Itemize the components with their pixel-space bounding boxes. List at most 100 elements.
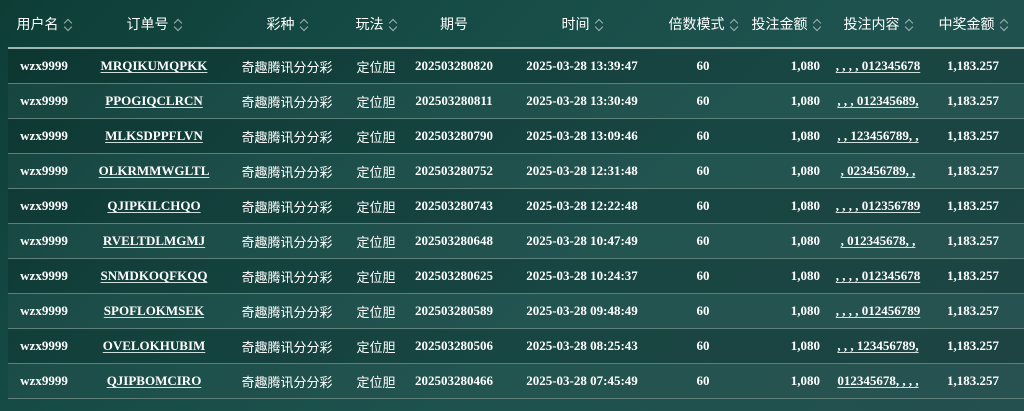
bet-content-link[interactable]: , , , 123456789, xyxy=(837,338,918,353)
order-number-link[interactable]: OVELOKHUBIM xyxy=(103,338,206,353)
cell-period: 202503280648 xyxy=(406,223,502,259)
column-header-label: 彩种 xyxy=(266,16,295,33)
cell-period: 202503280625 xyxy=(406,258,502,294)
order-number-link[interactable]: OLKRMMWGLTL xyxy=(99,163,210,178)
column-header-label: 用户名 xyxy=(16,16,59,33)
bet-content-link[interactable]: , , 123456789, , xyxy=(837,128,918,143)
order-number-cell: OVELOKHUBIM xyxy=(80,328,228,364)
order-number-cell: QJIPKILCHQO xyxy=(80,188,228,224)
header-bet-amount[interactable]: 投注金额 xyxy=(744,0,828,49)
bet-records-panel: 用户名 订单号 彩种 玩法 期号 时间 倍数模式 投注金额 投注内容 中奖金额 状态 wzx9999… xyxy=(0,0,1024,411)
order-number-link[interactable]: QJIPBOMCIRO xyxy=(107,373,202,388)
cell-status: 已中奖 xyxy=(1018,83,1024,119)
sort-icon[interactable] xyxy=(64,18,72,32)
cell-play-method: 定位胆 xyxy=(346,153,406,189)
order-number-link[interactable]: MRQIKUMQPKK xyxy=(101,58,208,73)
cell-lottery-type: 奇趣腾讯分分彩 xyxy=(228,363,346,399)
header-multiplier-mode[interactable]: 倍数模式 xyxy=(662,0,744,49)
order-number-link[interactable]: SPOFLOKMSEK xyxy=(104,303,204,318)
sort-icon[interactable] xyxy=(174,18,182,32)
order-number-link[interactable]: PPOGIQCLRCN xyxy=(105,93,203,108)
cell-play-method: 定位胆 xyxy=(346,188,406,224)
bet-content-link[interactable]: , , , 012345689, xyxy=(837,93,918,108)
cell-status: 已中奖 xyxy=(1018,363,1024,399)
cell-username: wzx9999 xyxy=(8,188,80,224)
order-number-cell: QJIPBOMCIRO xyxy=(80,363,228,399)
bet-content-link[interactable]: , , , , 012345678 xyxy=(836,268,921,283)
table-row: wzx9999 QJIPBOMCIRO 奇趣腾讯分分彩 定位胆 202503280466… xyxy=(8,363,1024,399)
cell-bet-amount: 1,080 xyxy=(744,223,828,259)
bet-content-link[interactable]: , 023456789, , xyxy=(841,163,916,178)
cell-multiplier: 60 xyxy=(662,153,744,189)
order-number-link[interactable]: RVELTDLMGMJ xyxy=(103,233,205,248)
cell-bet-amount: 1,080 xyxy=(744,48,828,84)
header-bet-content[interactable]: 投注内容 xyxy=(828,0,928,49)
bet-content-link[interactable]: , , , , 012345678 xyxy=(836,58,921,73)
cell-multiplier: 60 xyxy=(662,188,744,224)
sort-icon[interactable] xyxy=(813,18,821,32)
cell-bet-amount: 1,080 xyxy=(744,188,828,224)
cell-win-amount: 1,183.257 xyxy=(928,83,1018,119)
order-number-link[interactable]: MLKSDPPFLVN xyxy=(105,128,203,143)
cell-multiplier: 60 xyxy=(662,223,744,259)
cell-multiplier: 60 xyxy=(662,83,744,119)
order-number-cell: MRQIKUMQPKK xyxy=(80,48,228,84)
table-row: wzx9999 QJIPKILCHQO 奇趣腾讯分分彩 定位胆 202503280743… xyxy=(8,188,1024,224)
header-order-number[interactable]: 订单号 xyxy=(80,0,228,49)
cell-time: 2025-03-28 10:24:37 xyxy=(502,258,662,294)
cell-win-amount: 1,183.257 xyxy=(928,258,1018,294)
header-win-amount[interactable]: 中奖金额 xyxy=(928,0,1018,49)
column-header-label: 投注金额 xyxy=(751,16,808,33)
sort-icon[interactable] xyxy=(905,18,913,32)
cell-username: wzx9999 xyxy=(8,223,80,259)
header-time[interactable]: 时间 xyxy=(502,0,662,49)
bet-content-link[interactable]: , , , , 012356789 xyxy=(836,198,921,213)
cell-time: 2025-03-28 13:39:47 xyxy=(502,48,662,84)
bet-content-cell: , , 123456789, , xyxy=(828,118,928,154)
bet-content-link[interactable]: , 012345678, , xyxy=(841,233,916,248)
cell-status: 已中奖 xyxy=(1018,223,1024,259)
cell-lottery-type: 奇趣腾讯分分彩 xyxy=(228,258,346,294)
cell-username: wzx9999 xyxy=(8,293,80,329)
order-number-link[interactable]: QJIPKILCHQO xyxy=(107,198,200,213)
column-header-label: 玩法 xyxy=(355,16,384,33)
column-header-label: 期号 xyxy=(440,16,468,33)
order-number-link[interactable]: SNMDKOQFKQQ xyxy=(101,268,208,283)
cell-play-method: 定位胆 xyxy=(346,363,406,399)
sort-icon[interactable] xyxy=(300,18,308,32)
header-lottery-type[interactable]: 彩种 xyxy=(228,0,346,49)
column-header-label: 中奖金额 xyxy=(938,16,995,33)
cell-win-amount: 1,183.257 xyxy=(928,48,1018,84)
sort-icon[interactable] xyxy=(389,18,397,32)
cell-status: 已中奖 xyxy=(1018,293,1024,329)
cell-multiplier: 60 xyxy=(662,363,744,399)
cell-period: 202503280589 xyxy=(406,293,502,329)
sort-icon[interactable] xyxy=(595,18,603,32)
table-row: wzx9999 MLKSDPPFLVN 奇趣腾讯分分彩 定位胆 202503280790… xyxy=(8,118,1024,154)
cell-play-method: 定位胆 xyxy=(346,83,406,119)
header-username[interactable]: 用户名 xyxy=(8,0,80,49)
table-row: wzx9999 OLKRMMWGLTL 奇趣腾讯分分彩 定位胆 202503280752… xyxy=(8,153,1024,189)
order-number-cell: MLKSDPPFLVN xyxy=(80,118,228,154)
table-row: wzx9999 SPOFLOKMSEK 奇趣腾讯分分彩 定位胆 202503280589… xyxy=(8,293,1024,329)
header-play-method[interactable]: 玩法 xyxy=(346,0,406,49)
cell-username: wzx9999 xyxy=(8,83,80,119)
cell-bet-amount: 1,080 xyxy=(744,363,828,399)
order-number-cell: SPOFLOKMSEK xyxy=(80,293,228,329)
sort-icon[interactable] xyxy=(1000,18,1008,32)
cell-time: 2025-03-28 07:45:49 xyxy=(502,363,662,399)
bet-content-link[interactable]: , , , , 012456789 xyxy=(836,303,921,318)
cell-lottery-type: 奇趣腾讯分分彩 xyxy=(228,83,346,119)
bet-content-link[interactable]: 012345678, , , , xyxy=(837,373,918,388)
sort-icon[interactable] xyxy=(730,18,738,32)
cell-bet-amount: 1,080 xyxy=(744,258,828,294)
cell-time: 2025-03-28 09:48:49 xyxy=(502,293,662,329)
cell-username: wzx9999 xyxy=(8,328,80,364)
table-body: wzx9999 MRQIKUMQPKK 奇趣腾讯分分彩 定位胆 202503280820… xyxy=(8,48,1024,399)
bet-content-cell: , , , , 012345678 xyxy=(828,48,928,84)
cell-period: 202503280466 xyxy=(406,363,502,399)
table-row: wzx9999 MRQIKUMQPKK 奇趣腾讯分分彩 定位胆 202503280820… xyxy=(8,48,1024,84)
bet-content-cell: , , , , 012356789 xyxy=(828,188,928,224)
cell-period: 202503280743 xyxy=(406,188,502,224)
cell-status: 已中奖 xyxy=(1018,153,1024,189)
